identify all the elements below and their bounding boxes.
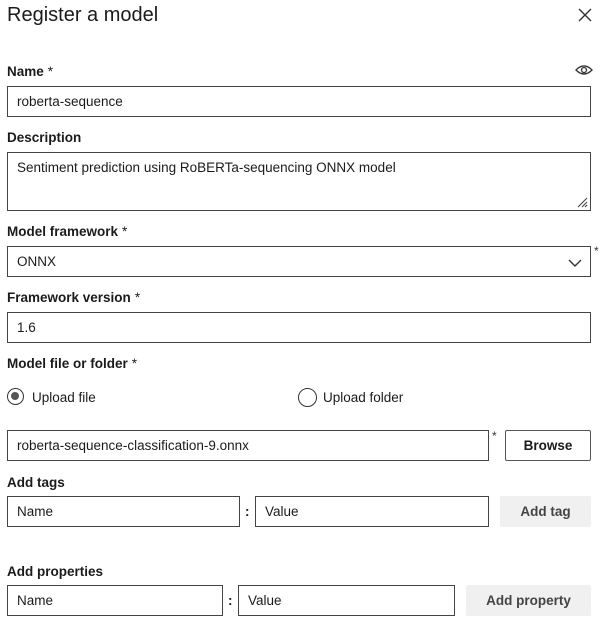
properties-label: Add properties (7, 564, 104, 579)
name-field[interactable]: roberta-sequence (7, 86, 591, 117)
radio-upload-folder[interactable] (298, 388, 318, 408)
model-file-value: roberta-sequence-classification-9.onnx (17, 438, 249, 453)
property-separator: : (228, 593, 233, 608)
chevron-down-icon (568, 256, 582, 267)
framework-version-label: Framework version * (7, 290, 141, 305)
framework-label: Model framework * (7, 224, 128, 239)
property-value-placeholder: Value (248, 593, 282, 608)
tags-label: Add tags (7, 475, 65, 490)
framework-selected-value: ONNX (17, 254, 57, 269)
radio-upload-file[interactable] (7, 388, 27, 408)
required-mark: * (47, 64, 54, 79)
model-file-label: Model file or folder * (7, 356, 138, 371)
description-field-value: Sentiment prediction using RoBERTa-seque… (17, 160, 396, 175)
property-name-input[interactable]: Name (7, 585, 223, 616)
tag-name-placeholder: Name (17, 504, 54, 519)
radio-upload-folder-label[interactable]: Upload folder (323, 390, 403, 405)
model-file-field[interactable]: roberta-sequence-classification-9.onnx (7, 430, 489, 461)
eye-icon[interactable] (575, 63, 593, 77)
radio-upload-file-label[interactable]: Upload file (32, 390, 96, 405)
property-name-placeholder: Name (17, 593, 54, 608)
description-label: Description (7, 130, 82, 145)
tag-value-input[interactable]: Value (255, 496, 489, 527)
required-mark: * (131, 356, 138, 371)
browse-button[interactable]: Browse (505, 430, 591, 461)
name-label: Name * (7, 64, 54, 79)
property-value-input[interactable]: Value (238, 585, 455, 616)
name-field-value: roberta-sequence (17, 94, 123, 109)
framework-select[interactable]: ONNX (7, 246, 591, 277)
add-property-button[interactable]: Add property (466, 585, 591, 616)
description-field[interactable]: Sentiment prediction using RoBERTa-seque… (7, 152, 591, 211)
required-mark: * (492, 429, 497, 443)
framework-version-value: 1.6 (17, 320, 36, 335)
tag-value-placeholder: Value (265, 504, 299, 519)
close-icon[interactable] (576, 6, 594, 24)
add-tag-button[interactable]: Add tag (500, 496, 591, 527)
required-mark: * (134, 290, 141, 305)
required-mark: * (122, 224, 128, 239)
dialog-title: Register a model (7, 4, 159, 26)
resize-handle-icon[interactable] (576, 196, 588, 208)
tag-name-input[interactable]: Name (7, 496, 240, 527)
required-mark: * (594, 244, 599, 258)
tag-separator: : (245, 504, 250, 519)
framework-version-field[interactable]: 1.6 (7, 312, 591, 343)
